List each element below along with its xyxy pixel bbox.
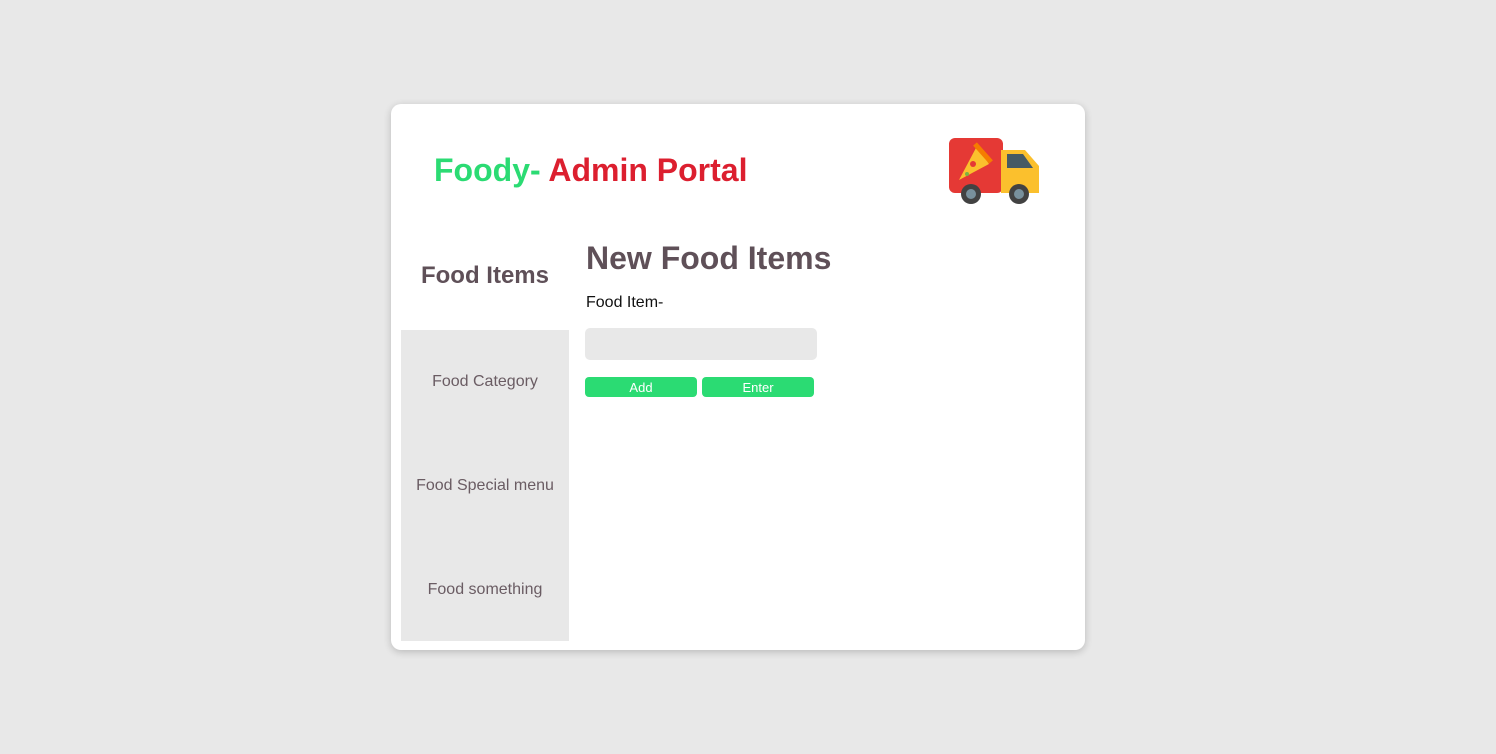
add-button[interactable]: Add [585, 377, 697, 397]
title-portal: Admin Portal [540, 152, 748, 188]
food-item-input[interactable] [585, 328, 817, 360]
pizza-delivery-truck-icon [949, 138, 1039, 204]
sidebar-item-food-special-menu[interactable]: Food Special menu [401, 434, 569, 538]
page-title: New Food Items [586, 240, 832, 276]
sidebar-item-food-category[interactable]: Food Category [401, 330, 569, 434]
admin-card: Foody- Admin Portal Food Items Food Cate… [391, 104, 1085, 650]
title-brand: Foody- [434, 152, 541, 188]
enter-button[interactable]: Enter [702, 377, 814, 397]
sidebar-heading: Food Items [420, 262, 549, 289]
food-item-label: Food Item- [586, 294, 664, 311]
sidebar-item-food-something[interactable]: Food something [401, 538, 569, 642]
app-title: Foody- Admin Portal [434, 152, 747, 189]
sidebar: Food Category Food Special menu Food som… [401, 330, 569, 641]
